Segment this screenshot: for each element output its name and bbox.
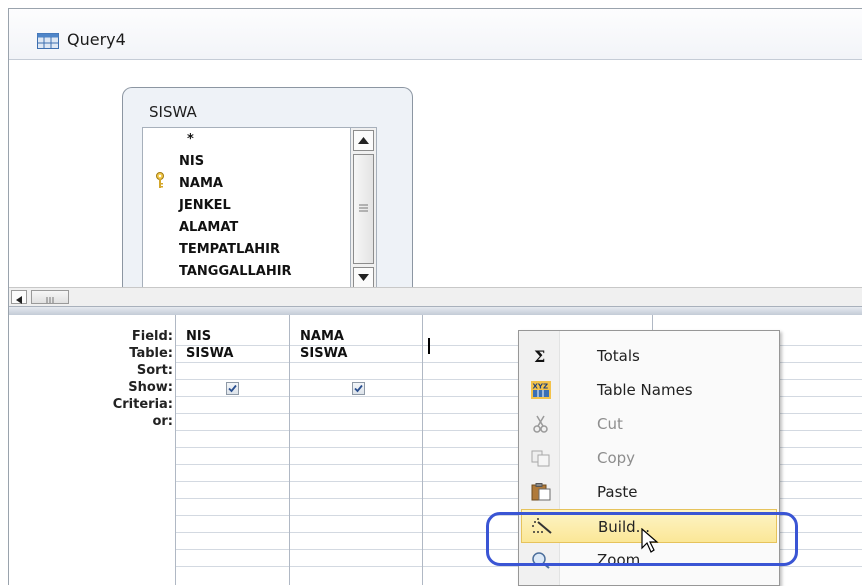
menu-item-label: Table Names	[597, 381, 693, 399]
window-title: Query4	[67, 30, 126, 49]
field-item[interactable]: TEMPATLAHIR	[179, 242, 280, 257]
horizontal-scroll-thumb[interactable]	[31, 290, 69, 304]
xyz-table-icon: XYZ	[531, 381, 551, 399]
checkmark-icon	[354, 384, 363, 393]
grip-icon	[359, 204, 368, 212]
horizontal-scrollbar[interactable]	[9, 287, 862, 306]
menu-item-cut[interactable]: Cut	[521, 407, 777, 441]
scroll-down-button[interactable]	[353, 267, 374, 288]
key-icon	[156, 172, 164, 188]
mouse-pointer-icon	[641, 528, 659, 553]
menu-item-paste[interactable]: Paste	[521, 475, 777, 509]
menu-item-label: Cut	[597, 415, 623, 433]
field-item[interactable]: ALAMAT	[179, 220, 238, 235]
menu-item-copy[interactable]: Copy	[521, 441, 777, 475]
menu-item-label: Copy	[597, 449, 636, 467]
grid-cell-field[interactable]: NAMA	[300, 329, 344, 344]
row-label-criteria: Criteria:	[112, 397, 173, 412]
copy-icon	[531, 450, 550, 467]
sigma-icon: Σ	[534, 347, 545, 365]
table-box-siswa[interactable]: SISWA * NIS NAMA JENKEL ALAMAT TEMPATLAH…	[122, 87, 413, 289]
query-icon	[37, 33, 59, 49]
row-label-or: or:	[152, 414, 173, 429]
arrow-left-icon	[16, 296, 22, 304]
arrow-up-icon	[358, 137, 369, 144]
grid-cell-table[interactable]: SISWA	[300, 346, 347, 361]
field-item[interactable]: TANGGALLAHIR	[179, 264, 292, 279]
text-caret	[428, 338, 430, 354]
paste-icon	[531, 483, 551, 501]
grip-icon	[46, 297, 54, 303]
row-label-field: Field:	[131, 329, 173, 344]
menu-item-label: Paste	[597, 483, 638, 501]
row-label-show: Show:	[128, 380, 173, 395]
field-item[interactable]: NIS	[179, 154, 204, 169]
menu-item-table-names[interactable]: XYZ Table Names	[521, 373, 777, 407]
scissors-icon	[533, 415, 548, 433]
field-item[interactable]: NAMA	[179, 176, 223, 191]
table-name: SISWA	[149, 103, 197, 121]
show-checkbox[interactable]	[352, 382, 365, 395]
row-label-table: Table:	[129, 346, 173, 361]
svg-text:XYZ: XYZ	[533, 383, 549, 391]
row-label-sort: Sort:	[136, 363, 173, 378]
scroll-up-button[interactable]	[353, 130, 374, 151]
grid-cell-table[interactable]: SISWA	[186, 346, 233, 361]
grid-cell-field[interactable]: NIS	[186, 329, 211, 344]
arrow-down-icon	[358, 274, 369, 281]
field-item[interactable]: *	[187, 132, 194, 147]
show-checkbox[interactable]	[226, 382, 239, 395]
field-list-scrollbar[interactable]	[350, 127, 377, 288]
menu-item-totals[interactable]: Σ Totals	[521, 339, 777, 373]
query-tab[interactable]: Query4	[9, 9, 862, 60]
field-list[interactable]: * NIS NAMA JENKEL ALAMAT TEMPATLAHIR TAN…	[142, 127, 371, 289]
svg-text:Σ: Σ	[534, 347, 545, 365]
scroll-thumb[interactable]	[353, 154, 374, 264]
table-pane: SISWA * NIS NAMA JENKEL ALAMAT TEMPATLAH…	[9, 60, 862, 289]
field-item[interactable]: JENKEL	[179, 198, 231, 213]
checkmark-icon	[228, 384, 237, 393]
menu-item-label: Totals	[597, 347, 640, 365]
scroll-left-button[interactable]	[11, 290, 27, 304]
